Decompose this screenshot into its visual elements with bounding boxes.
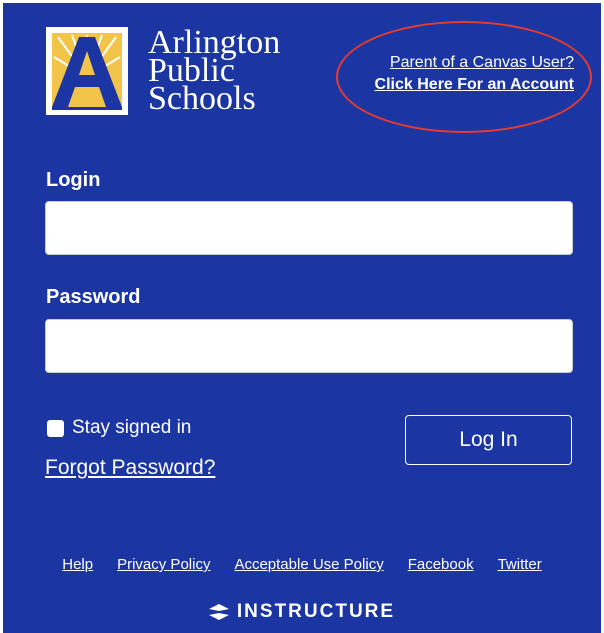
footer-link-twitter[interactable]: Twitter — [498, 556, 542, 573]
school-name: Arlington Public Schools — [148, 26, 280, 117]
login-panel: Arlington Public Schools Parent of a Can… — [3, 3, 601, 633]
parent-account-link[interactable]: Click Here For an Account — [375, 74, 574, 96]
password-label: Password — [46, 286, 141, 308]
instructure-wordmark: INSTRUCTURE — [236, 601, 396, 622]
stay-signed-in-label: Stay signed in — [72, 417, 192, 438]
stay-signed-in[interactable]: Stay signed in — [47, 417, 191, 439]
instructure-brand: INSTRUCTURE — [3, 601, 601, 623]
footer-link-acceptable-use-policy[interactable]: Acceptable Use Policy — [234, 556, 383, 573]
school-logo: Arlington Public Schools — [46, 26, 280, 117]
instructure-icon — [208, 604, 229, 620]
login-label: Login — [46, 169, 101, 191]
parent-account-link-group: Parent of a Canvas User? Click Here For … — [375, 52, 574, 96]
footer-links: Help Privacy Policy Acceptable Use Polic… — [3, 556, 601, 573]
footer-link-privacy-policy[interactable]: Privacy Policy — [117, 556, 210, 573]
arlington-a-sunburst-logo-icon — [46, 27, 128, 115]
stay-signed-in-checkbox[interactable] — [47, 419, 64, 437]
footer-link-help[interactable]: Help — [62, 556, 93, 573]
log-in-button[interactable]: Log In — [405, 415, 572, 465]
school-name-line3: Schools — [148, 80, 256, 117]
password-input[interactable] — [45, 319, 573, 373]
footer-link-facebook[interactable]: Facebook — [408, 556, 474, 573]
forgot-password-link[interactable]: Forgot Password? — [45, 456, 215, 480]
login-input[interactable] — [45, 201, 573, 255]
page-frame: Arlington Public Schools Parent of a Can… — [0, 0, 604, 633]
parent-of-canvas-user-link[interactable]: Parent of a Canvas User? — [375, 52, 574, 74]
